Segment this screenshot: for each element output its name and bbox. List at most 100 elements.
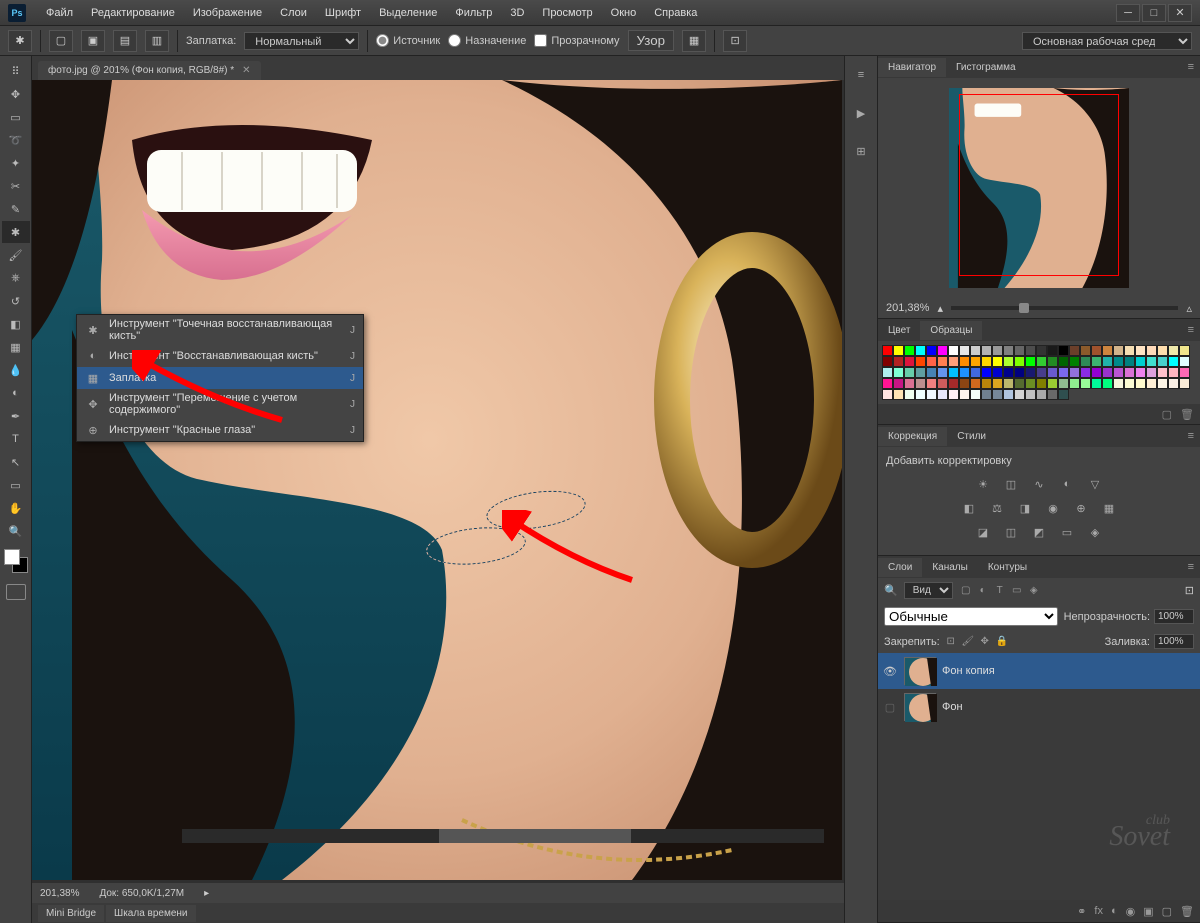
selection-new-icon[interactable]: ▢ [49, 30, 73, 52]
swatch[interactable] [1179, 367, 1190, 378]
selection-add-icon[interactable]: ▣ [81, 30, 105, 52]
swatch[interactable] [1003, 389, 1014, 400]
swatch[interactable] [893, 345, 904, 356]
swatch[interactable] [1025, 367, 1036, 378]
swatch[interactable] [915, 389, 926, 400]
lock-transparent-icon[interactable]: ⊡ [944, 635, 958, 649]
selection-subtract-icon[interactable]: ▤ [113, 30, 137, 52]
swatch[interactable] [1014, 389, 1025, 400]
color-tab[interactable]: Цвет [878, 321, 920, 340]
swatch[interactable] [937, 389, 948, 400]
menu-3d[interactable]: 3D [502, 3, 532, 23]
swatch[interactable] [981, 356, 992, 367]
path-select-tool[interactable]: ↖ [2, 451, 30, 473]
swatch[interactable] [992, 345, 1003, 356]
swatch[interactable] [1003, 345, 1014, 356]
swatch[interactable] [1168, 356, 1179, 367]
swatch[interactable] [1146, 367, 1157, 378]
horizontal-scrollbar[interactable] [182, 829, 824, 843]
histogram-tab[interactable]: Гистограмма [946, 58, 1026, 77]
swatch[interactable] [981, 345, 992, 356]
swatch[interactable] [882, 367, 893, 378]
swatch[interactable] [926, 389, 937, 400]
swatch[interactable] [959, 345, 970, 356]
swatch[interactable] [915, 356, 926, 367]
dock-actions-icon[interactable]: ▶ [850, 102, 872, 124]
styles-tab[interactable]: Стили [947, 427, 996, 446]
swatch[interactable] [1014, 345, 1025, 356]
swatch[interactable] [1036, 378, 1047, 389]
blur-tool[interactable]: 💧 [2, 359, 30, 381]
menu-window[interactable]: Окно [603, 3, 645, 23]
selective-color-icon[interactable]: ◈ [1085, 523, 1105, 541]
swatch[interactable] [1058, 367, 1069, 378]
panel-menu-icon[interactable]: ≡ [1182, 561, 1200, 573]
new-swatch-icon[interactable]: ▢ [1162, 408, 1172, 421]
adjustments-tab[interactable]: Коррекция [878, 427, 947, 446]
swatch[interactable] [1157, 356, 1168, 367]
menu-layer[interactable]: Слои [272, 3, 315, 23]
swatch[interactable] [1135, 378, 1146, 389]
swatch[interactable] [1113, 345, 1124, 356]
swatch[interactable] [882, 389, 893, 400]
swatch[interactable] [1036, 367, 1047, 378]
swatch[interactable] [1080, 378, 1091, 389]
paths-tab[interactable]: Контуры [978, 558, 1037, 577]
lock-pixels-icon[interactable]: 🖌 [961, 635, 975, 649]
swatch[interactable] [970, 356, 981, 367]
layer-name[interactable]: Фон [942, 701, 963, 713]
document-tab[interactable]: фото.jpg @ 201% (Фон копия, RGB/8#) * ✕ [38, 61, 261, 80]
ctx-content-move[interactable]: ✥ Инструмент "Перемещение с учетом содер… [77, 389, 363, 419]
filter-type-icon[interactable]: T [993, 584, 1007, 598]
levels-icon[interactable]: ◫ [1001, 475, 1021, 493]
filter-shape-icon[interactable]: ▭ [1010, 584, 1024, 598]
pen-tool[interactable]: ✒ [2, 405, 30, 427]
filter-kind-select[interactable]: Вид [904, 582, 953, 599]
curves-icon[interactable]: ∿ [1029, 475, 1049, 493]
lasso-tool[interactable]: ➰ [2, 129, 30, 151]
blend-mode-select[interactable]: Обычные [884, 607, 1058, 626]
filter-toggle-icon[interactable]: ⊡ [1185, 584, 1194, 597]
pattern-picker-icon[interactable]: ▦ [682, 30, 706, 52]
navigator-viewport[interactable] [959, 94, 1119, 276]
ctx-spot-healing[interactable]: ✱ Инструмент "Точечная восстанавливающая… [77, 315, 363, 345]
swatch[interactable] [1168, 378, 1179, 389]
quick-mask-toggle[interactable] [6, 584, 26, 600]
swatch[interactable] [1135, 367, 1146, 378]
healing-tool[interactable]: ✱ [2, 221, 30, 243]
filter-kind-icon[interactable]: 🔍 [884, 584, 898, 597]
swatch[interactable] [1102, 345, 1113, 356]
menu-select[interactable]: Выделение [371, 3, 445, 23]
layer-thumbnail[interactable] [904, 657, 936, 685]
link-layers-icon[interactable]: ⚭ [1077, 905, 1086, 918]
hand-tool[interactable]: ✋ [2, 497, 30, 519]
swatch[interactable] [882, 356, 893, 367]
swatch[interactable] [948, 367, 959, 378]
fx-icon[interactable]: fx [1094, 905, 1103, 917]
swatch[interactable] [1157, 345, 1168, 356]
swatch[interactable] [915, 367, 926, 378]
swatch[interactable] [893, 378, 904, 389]
swatch[interactable] [1124, 356, 1135, 367]
visibility-icon[interactable]: ▢ [882, 699, 898, 715]
menu-type[interactable]: Шрифт [317, 3, 369, 23]
brush-tool[interactable]: 🖌 [2, 244, 30, 266]
swatch[interactable] [1179, 356, 1190, 367]
swatch[interactable] [1003, 378, 1014, 389]
filter-smart-icon[interactable]: ◈ [1027, 584, 1041, 598]
swatch[interactable] [959, 356, 970, 367]
panel-menu-icon[interactable]: ≡ [1182, 430, 1200, 442]
swatch[interactable] [1047, 345, 1058, 356]
mask-icon[interactable]: ◐ [1111, 905, 1118, 917]
layer-thumbnail[interactable] [904, 693, 936, 721]
swatch[interactable] [970, 389, 981, 400]
swatch[interactable] [959, 389, 970, 400]
menu-filter[interactable]: Фильтр [447, 3, 500, 23]
swatch[interactable] [904, 367, 915, 378]
eraser-tool[interactable]: ◧ [2, 313, 30, 335]
source-radio[interactable]: Источник [376, 34, 440, 47]
swatch[interactable] [1146, 356, 1157, 367]
swatch[interactable] [882, 378, 893, 389]
swatch[interactable] [1113, 356, 1124, 367]
navigator-zoom-slider[interactable] [951, 306, 1179, 310]
